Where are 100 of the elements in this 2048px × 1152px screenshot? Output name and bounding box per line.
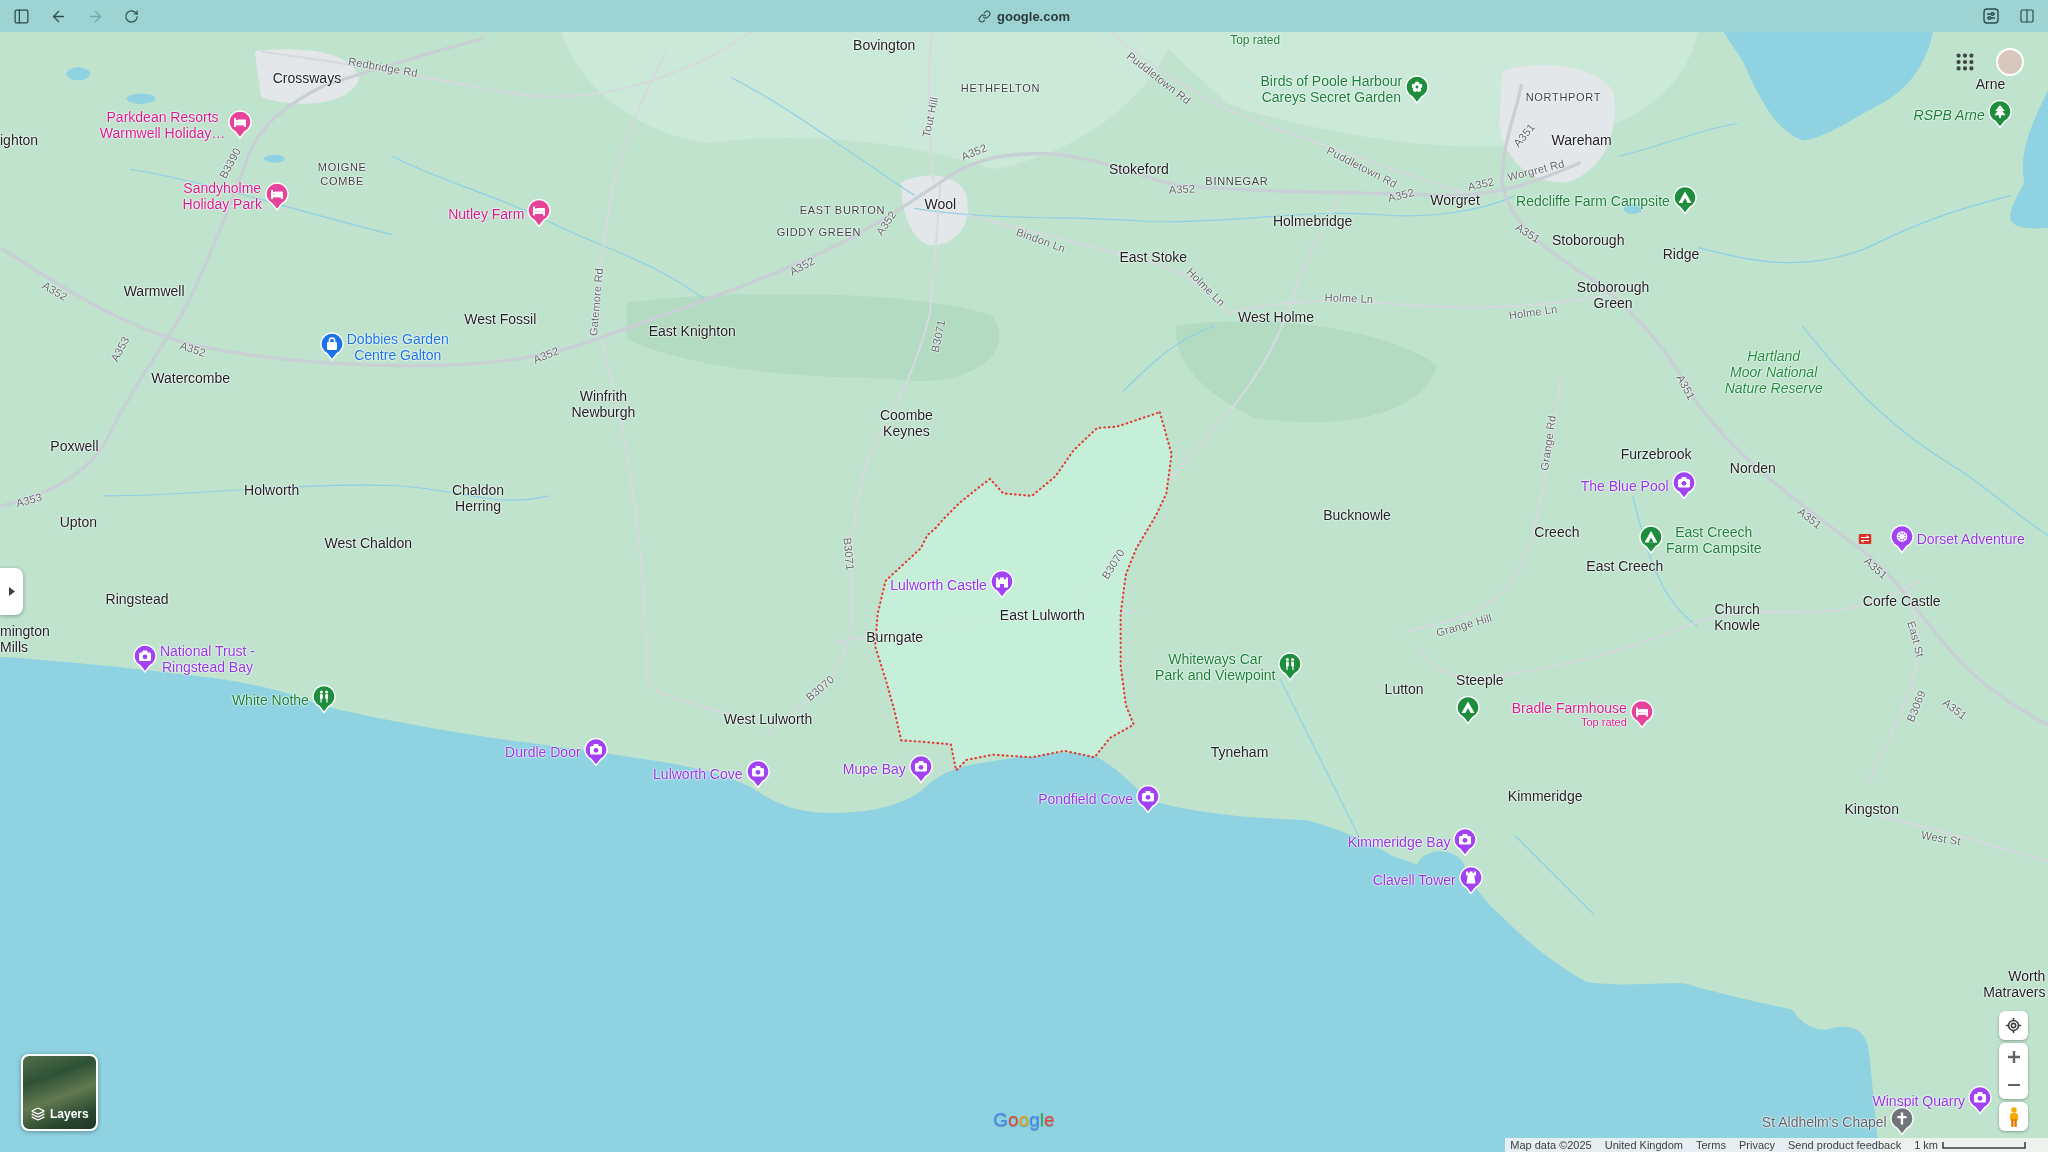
camera-pin-icon[interactable] xyxy=(1968,1085,1993,1115)
poi-label[interactable]: Dobbies Garden Centre Galton xyxy=(346,330,449,363)
place-label: Stoborough Green xyxy=(1576,278,1650,311)
hikers-pin-icon[interactable] xyxy=(311,684,336,714)
poi-label[interactable]: White Nothe xyxy=(231,691,309,708)
side-panel-toggle[interactable] xyxy=(0,568,23,615)
bag-pin-icon[interactable] xyxy=(319,332,344,362)
place-label: Wool xyxy=(924,196,957,213)
poi-label[interactable]: St Aldhelm's Chapel xyxy=(1761,1113,1887,1130)
road-label: Holme Ln xyxy=(1324,291,1374,306)
camera-pin-icon[interactable] xyxy=(745,759,770,789)
place-label: BINNEGAR xyxy=(1205,173,1269,188)
minus-icon xyxy=(2007,1083,2020,1087)
road-label: Holme Ln xyxy=(1508,302,1559,321)
hikers-pin-icon[interactable] xyxy=(1278,652,1303,682)
place-label: Holmebridge xyxy=(1272,213,1353,230)
pegman-icon xyxy=(2008,1106,2019,1127)
bed-pin-icon[interactable] xyxy=(1629,699,1654,729)
poi-label[interactable]: Dorset Adventure xyxy=(1916,530,2025,547)
camera-pin-icon[interactable] xyxy=(1671,470,1696,500)
apps-grid-icon[interactable] xyxy=(1954,51,1976,73)
place-label: MOIGNE COMBE xyxy=(317,160,367,189)
split-view-button[interactable] xyxy=(2018,7,2036,25)
poi-label[interactable]: Whiteways Car Park and Viewpoint xyxy=(1155,650,1276,683)
place-label: NORTHPORT xyxy=(1525,90,1602,105)
tower-pin-icon[interactable] xyxy=(1458,865,1483,895)
place-label: Arne xyxy=(1975,76,2006,93)
poi-label[interactable]: Sandyholme Holiday Park xyxy=(182,180,262,213)
poi-label[interactable]: Winspit Quarry xyxy=(1872,1092,1966,1109)
place-label: Creech xyxy=(1534,524,1580,541)
layers-icon xyxy=(31,1107,45,1121)
camera-pin-icon[interactable] xyxy=(1453,827,1478,857)
tent-pin-icon[interactable] xyxy=(1638,525,1663,555)
bed-pin-icon[interactable] xyxy=(264,181,289,211)
reload-button[interactable] xyxy=(123,7,140,25)
address-text[interactable]: google.com xyxy=(997,8,1070,24)
place-label: GIDDY GREEN xyxy=(776,224,862,239)
camera-pin-icon[interactable] xyxy=(1136,784,1161,814)
rail-station-icon[interactable] xyxy=(1858,533,1872,544)
place-label: Church Knowle xyxy=(1714,601,1761,634)
road-label: West St xyxy=(1920,828,1962,848)
tree-pin-icon[interactable] xyxy=(1987,99,2012,129)
poi-label[interactable]: Durdle Door xyxy=(505,743,581,760)
place-label: Burngate xyxy=(866,628,924,645)
poi-label[interactable]: Kimmeridge Bay xyxy=(1347,833,1451,850)
footer-link[interactable]: Terms xyxy=(1696,1138,1726,1152)
place-label: West Chaldon xyxy=(324,534,413,551)
layers-button[interactable]: Layers xyxy=(21,1054,98,1131)
page-settings-button[interactable] xyxy=(1982,7,2000,25)
my-location-button[interactable] xyxy=(1999,1011,2028,1040)
poi-label[interactable]: Redcliffe Farm Campsite xyxy=(1516,192,1670,209)
google-logo: Google xyxy=(993,1110,1055,1130)
poi-label[interactable]: Clavell Tower xyxy=(1372,871,1456,888)
poi-label[interactable]: Pondfield Cove xyxy=(1038,790,1134,807)
place-label: Coombe Keynes xyxy=(880,406,933,439)
place-label: East Creech xyxy=(1586,558,1664,575)
road-label: Gatemore Rd xyxy=(586,267,605,337)
caret-icon xyxy=(8,587,15,596)
poi-label[interactable]: National Trust - Ringstead Bay xyxy=(159,642,255,675)
camera-pin-icon[interactable] xyxy=(908,754,933,784)
wheel-pin-icon[interactable] xyxy=(1889,524,1914,554)
bed-pin-icon[interactable] xyxy=(228,110,253,140)
place-label: Winfrith Newburgh xyxy=(571,388,636,421)
flower-pin-icon[interactable] xyxy=(1405,74,1430,104)
poi-label[interactable]: Lulworth Castle xyxy=(890,576,987,593)
camera-pin-icon[interactable] xyxy=(583,737,608,767)
tent-pin-icon[interactable] xyxy=(1456,695,1481,725)
poi-label[interactable]: RSPB Arne xyxy=(1913,106,1985,123)
footer-link[interactable]: United Kingdom xyxy=(1604,1138,1683,1152)
footer-link[interactable]: Privacy xyxy=(1738,1138,1775,1152)
cross-pin-icon[interactable] xyxy=(1889,1106,1914,1136)
pond xyxy=(66,67,91,81)
castle-pin-icon[interactable] xyxy=(989,569,1014,599)
street-view-button[interactable] xyxy=(1999,1102,2028,1131)
poi-label[interactable]: Lulworth Cove xyxy=(653,765,743,782)
poi-label[interactable]: Mupe Bay xyxy=(842,760,906,777)
place-label: West Lulworth xyxy=(723,711,813,727)
poi-label[interactable]: Bradle Farmhouse xyxy=(1511,699,1627,716)
camera-pin-icon[interactable] xyxy=(132,644,157,674)
place-label: East Stoke xyxy=(1119,248,1188,265)
place-label: Warmwell xyxy=(123,282,185,299)
poi-label[interactable]: Nutley Farm xyxy=(448,205,525,222)
road-label: Worgret Rd xyxy=(1506,157,1566,184)
bed-pin-icon[interactable] xyxy=(527,198,552,228)
poi-label[interactable]: Parkdean Resorts Warmwell Holiday… xyxy=(99,108,226,141)
place-label: Chaldon Herring xyxy=(451,482,505,515)
poi-label[interactable]: Birds of Poole Harbour Careys Secret Garden xyxy=(1260,73,1403,106)
road-label: A352 xyxy=(40,278,70,303)
place-label: Tyneham xyxy=(1210,743,1269,760)
place-label: Steeple xyxy=(1456,671,1504,688)
sidebar-button[interactable] xyxy=(12,6,31,26)
tent-pin-icon[interactable] xyxy=(1672,185,1697,215)
poi-label[interactable]: East Creech Farm Campsite xyxy=(1665,523,1762,556)
poi-label[interactable]: The Blue Pool xyxy=(1580,477,1669,494)
place-label: Bovington xyxy=(853,37,916,54)
road-label: Tout Hill xyxy=(919,95,941,139)
reload-icon xyxy=(124,8,139,24)
place-label: Poxwell xyxy=(50,438,99,455)
road-label: B3071 xyxy=(841,537,857,572)
footer-link[interactable]: Send product feedback xyxy=(1788,1138,1902,1152)
